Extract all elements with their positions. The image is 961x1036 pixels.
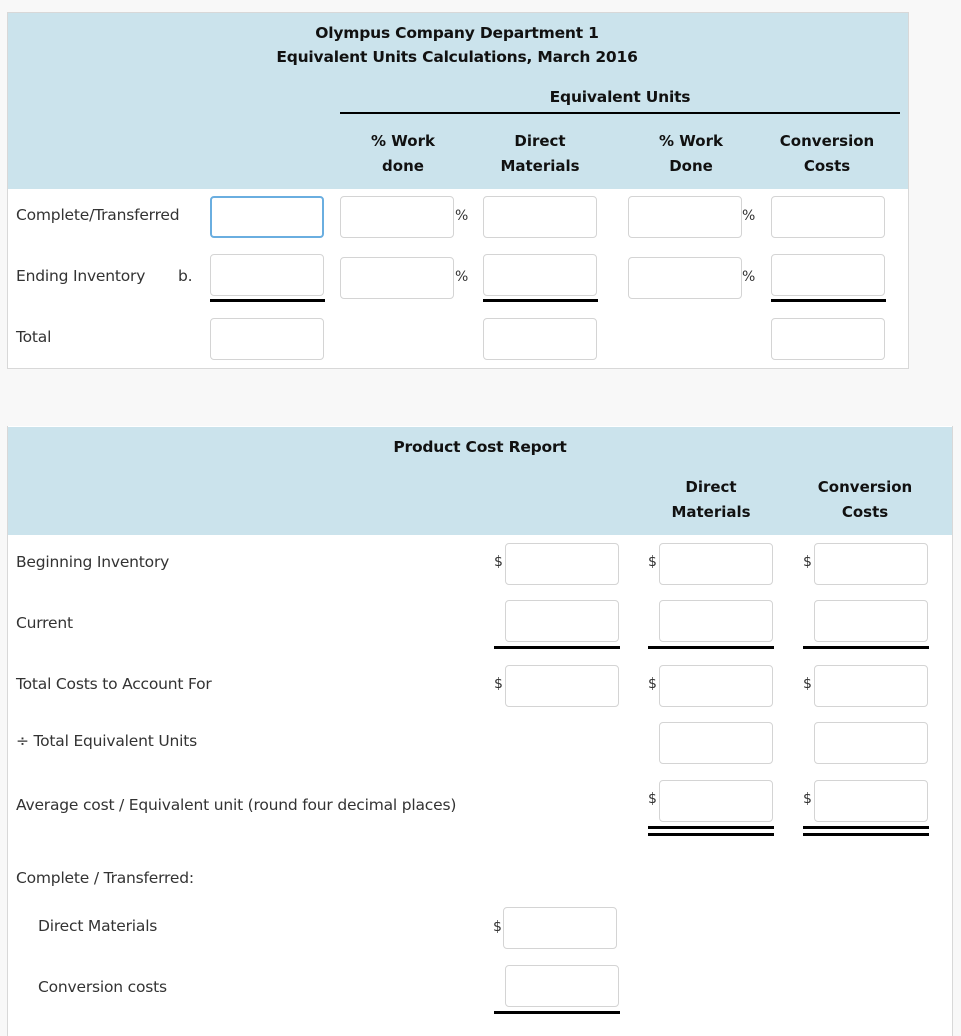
pcr-row-label-total-costs: Total Costs to Account For [16,675,212,693]
subtotal-rule [210,299,325,302]
transferred-heading: Complete / Transferred: [16,869,194,887]
row-label-ending-inventory: Ending Inventory [16,267,146,285]
complete-transferred-units-input[interactable] [210,196,324,238]
pcr-row-label-total-equivalent-units: ÷ Total Equivalent Units [16,732,197,750]
beginning-inventory-total-input[interactable] [505,543,619,585]
dollar-sign: $ [803,676,812,692]
percent-symbol: % [742,208,756,224]
double-rule-top [648,826,774,829]
total-equivalent-units-conversion-costs-input[interactable] [814,722,928,764]
percent-symbol: % [455,208,469,224]
beginning-inventory-conversion-costs-input[interactable] [814,543,928,585]
dollar-sign: $ [648,676,657,692]
report-title: Olympus Company Department 1 [315,24,599,42]
product-cost-report-title: Product Cost Report [393,438,567,456]
dollar-sign: $ [803,554,812,570]
dollar-sign: $ [494,676,503,692]
dollar-sign: $ [494,554,503,570]
complete-transferred-conversion-costs-input[interactable] [771,196,885,238]
subtotal-rule [648,646,774,649]
pcr-row-label-beginning-inventory: Beginning Inventory [16,553,170,571]
total-costs-direct-materials-input[interactable] [659,665,773,707]
total-direct-materials-input[interactable] [483,318,597,360]
row-label-total: Total [16,328,52,346]
dollar-sign: $ [803,791,812,807]
total-units-input[interactable] [210,318,324,360]
pcr-col-conversion-costs: Conversion Costs [817,478,913,521]
col-pct-work-done-cc: % Work Done [659,132,723,175]
subtotal-rule [771,299,886,302]
transferred-conversion-costs-input[interactable] [505,965,619,1007]
ending-inventory-pct-work-dm-input[interactable] [340,257,454,299]
percent-symbol: % [742,269,756,285]
transferred-direct-materials-input[interactable] [503,907,617,949]
current-conversion-costs-input[interactable] [814,600,928,642]
pcr-col-direct-materials: Direct Materials [671,478,751,521]
total-costs-total-input[interactable] [505,665,619,707]
complete-transferred-direct-materials-input[interactable] [483,196,597,238]
complete-transferred-pct-work-cc-input[interactable] [628,196,742,238]
total-costs-conversion-costs-input[interactable] [814,665,928,707]
dollar-sign: $ [648,554,657,570]
pcr-row-label-average-cost: Average cost / Equivalent unit (round fo… [16,796,457,814]
average-cost-direct-materials-input[interactable] [659,780,773,822]
col-conversion-costs: Conversion Costs [779,132,875,175]
subtotal-rule [483,299,598,302]
subtotal-rule [494,1011,620,1014]
ending-inventory-direct-materials-input[interactable] [483,254,597,296]
total-equivalent-units-direct-materials-input[interactable] [659,722,773,764]
double-rule-bottom [648,833,774,836]
double-rule-top [803,826,929,829]
pcr-row-label-current: Current [16,614,73,632]
row-label-complete-transferred: Complete/Transferred [16,206,180,224]
row-sublabel-b: b. [178,267,193,285]
group-header-underline [340,112,900,114]
total-conversion-costs-input[interactable] [771,318,885,360]
average-cost-conversion-costs-input[interactable] [814,780,928,822]
ending-inventory-conversion-costs-input[interactable] [771,254,885,296]
equivalent-units-group-header: Equivalent Units [549,88,691,106]
ending-inventory-units-input[interactable] [210,254,324,296]
ending-inventory-pct-work-cc-input[interactable] [628,257,742,299]
current-total-input[interactable] [505,600,619,642]
dollar-sign: $ [493,919,502,935]
transferred-label-direct-materials: Direct Materials [38,917,158,935]
col-direct-materials: Direct Materials [500,132,580,175]
beginning-inventory-direct-materials-input[interactable] [659,543,773,585]
double-rule-bottom [803,833,929,836]
subtotal-rule [803,646,929,649]
dollar-sign: $ [648,791,657,807]
current-direct-materials-input[interactable] [659,600,773,642]
subtotal-rule [494,646,620,649]
col-pct-work-done-dm: % Work done [371,132,435,175]
transferred-label-conversion-costs: Conversion costs [38,978,167,996]
percent-symbol: % [455,269,469,285]
report-subtitle: Equivalent Units Calculations, March 201… [276,48,638,66]
complete-transferred-pct-work-dm-input[interactable] [340,196,454,238]
